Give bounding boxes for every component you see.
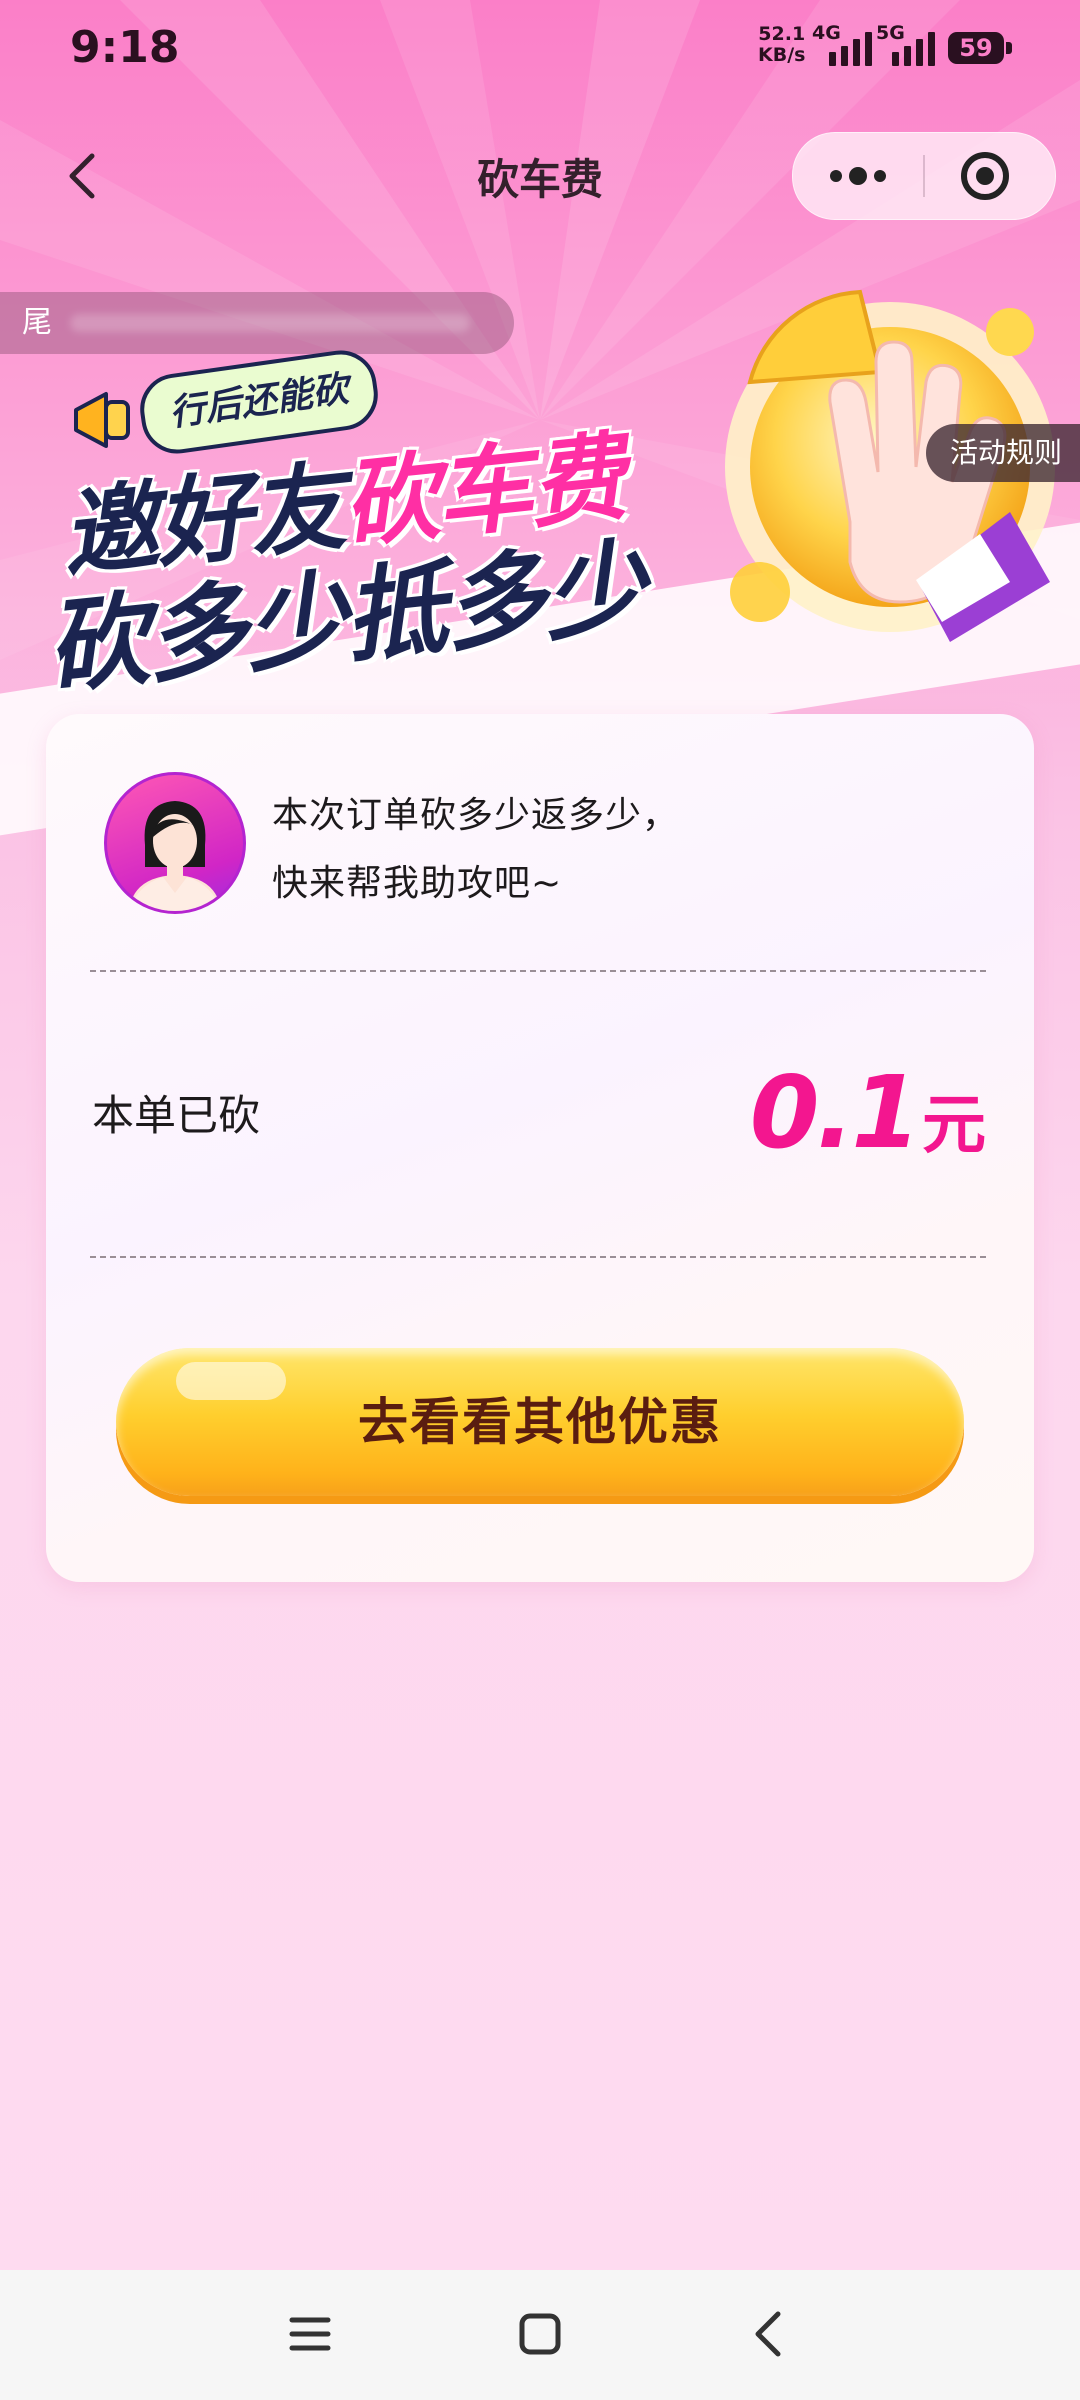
marquee-blurred-text: [70, 314, 470, 332]
more-button[interactable]: [793, 133, 923, 219]
cut-amount-unit: 元: [922, 1089, 986, 1163]
chevron-left-icon: [755, 2311, 781, 2357]
system-home-button[interactable]: [508, 2302, 572, 2366]
bargain-card: 本次订单砍多少返多少， 快来帮我助攻吧~ 本单已砍 0.1元 去看看其他优惠: [46, 714, 1034, 1582]
activity-rules-button[interactable]: 活动规则: [926, 424, 1080, 482]
button-gloss: [176, 1362, 286, 1400]
network-speed: 52.1 KB/s: [758, 24, 805, 66]
message-line-1: 本次订单砍多少返多少，: [272, 795, 680, 836]
menu-lines-icon: [289, 2317, 331, 2351]
battery-icon: 59: [948, 32, 1004, 64]
sim2-signal-icon: [892, 30, 935, 66]
status-bar: 9:18 52.1 KB/s 4G 5G 59: [0, 0, 1080, 96]
system-menu-button[interactable]: [278, 2302, 342, 2366]
megaphone-icon: [74, 392, 130, 448]
cut-amount: 0.1元: [750, 1054, 986, 1171]
system-navigation-bar: [0, 2270, 1080, 2400]
user-avatar-icon: [129, 801, 221, 911]
status-time: 9:18: [70, 22, 180, 73]
more-dots-icon: [830, 167, 886, 185]
sim1-signal-icon: [818, 30, 872, 66]
message-line-2: 快来帮我助攻吧~: [272, 863, 563, 904]
target-circle-icon: [961, 152, 1009, 200]
network-speed-unit: KB/s: [758, 44, 806, 66]
cut-amount-value: 0.1: [749, 1054, 921, 1171]
network-speed-value: 52.1: [758, 23, 806, 45]
square-icon: [519, 2313, 561, 2355]
system-back-button[interactable]: [738, 2302, 802, 2366]
helper-marquee: 尾: [0, 292, 514, 354]
cta-label: 去看看其他优惠: [358, 1393, 722, 1451]
cut-label: 本单已砍: [92, 1091, 261, 1140]
mini-program-capsule: [792, 132, 1056, 220]
divider-top: [90, 970, 986, 972]
view-other-offers-button[interactable]: 去看看其他优惠: [116, 1348, 964, 1496]
avatar: [104, 772, 246, 914]
battery-tip: [1006, 42, 1012, 54]
marquee-text: 尾: [22, 305, 52, 340]
close-mini-program-button[interactable]: [925, 133, 1055, 219]
divider-bottom: [90, 1256, 986, 1258]
